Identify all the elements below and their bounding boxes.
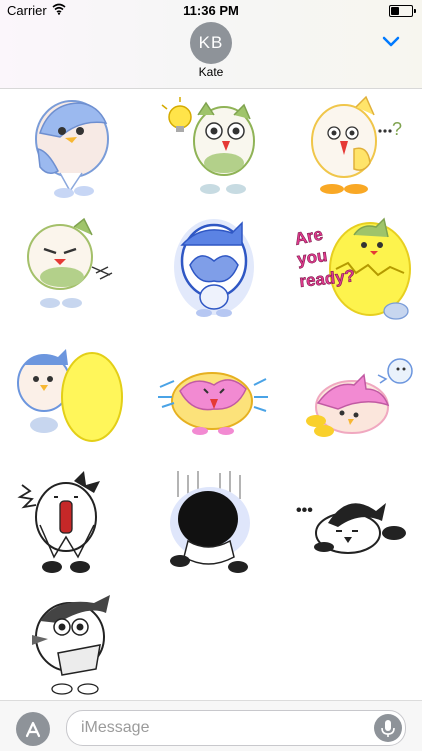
sticker-green-bird-angry[interactable] (12, 215, 142, 333)
sticker-blue-bird-with-egg[interactable] (10, 345, 140, 463)
imessage-input[interactable]: iMessage (66, 710, 406, 746)
sticker-bw-bird-shocked[interactable] (14, 467, 144, 585)
imessage-placeholder: iMessage (81, 719, 150, 736)
sticker-are-you-ready[interactable]: Are you ready? (292, 215, 422, 333)
sticker-green-bird-lightbulb[interactable] (150, 93, 280, 211)
dictation-button[interactable] (374, 714, 402, 742)
status-bar: Carrier 11:36 PM (0, 0, 422, 22)
sticker-bw-bird-lying-dots[interactable]: ••• (290, 467, 420, 585)
microphone-icon (381, 720, 395, 737)
sticker-grid: ? Are you ready? ••• (0, 89, 422, 699)
svg-text:you: you (296, 246, 329, 269)
sticker-dots-text: ••• (296, 502, 313, 519)
sticker-blue-bird-hand-over-mouth[interactable] (20, 93, 150, 211)
battery-icon (389, 5, 416, 17)
sticker-black-bird-gloom[interactable] (150, 467, 280, 585)
contact-name[interactable]: Kate (0, 65, 422, 79)
sticker-pink-yellow-bird-crying[interactable] (150, 345, 280, 463)
svg-text:?: ? (392, 119, 402, 139)
sticker-pink-bird-lying[interactable] (294, 345, 422, 463)
status-time: 11:36 PM (183, 3, 239, 18)
sticker-blue-bird-glow[interactable] (150, 215, 280, 333)
chevron-down-icon[interactable] (382, 36, 400, 48)
sticker-bw-bird-surprised[interactable] (18, 589, 148, 707)
svg-text:Are: Are (293, 224, 325, 248)
app-store-icon (25, 721, 41, 738)
app-store-button[interactable] (16, 712, 50, 746)
message-input-bar: iMessage (0, 700, 422, 751)
contact-avatar[interactable]: KB (190, 22, 232, 64)
sticker-yellow-bird-question[interactable]: ? (284, 93, 414, 211)
